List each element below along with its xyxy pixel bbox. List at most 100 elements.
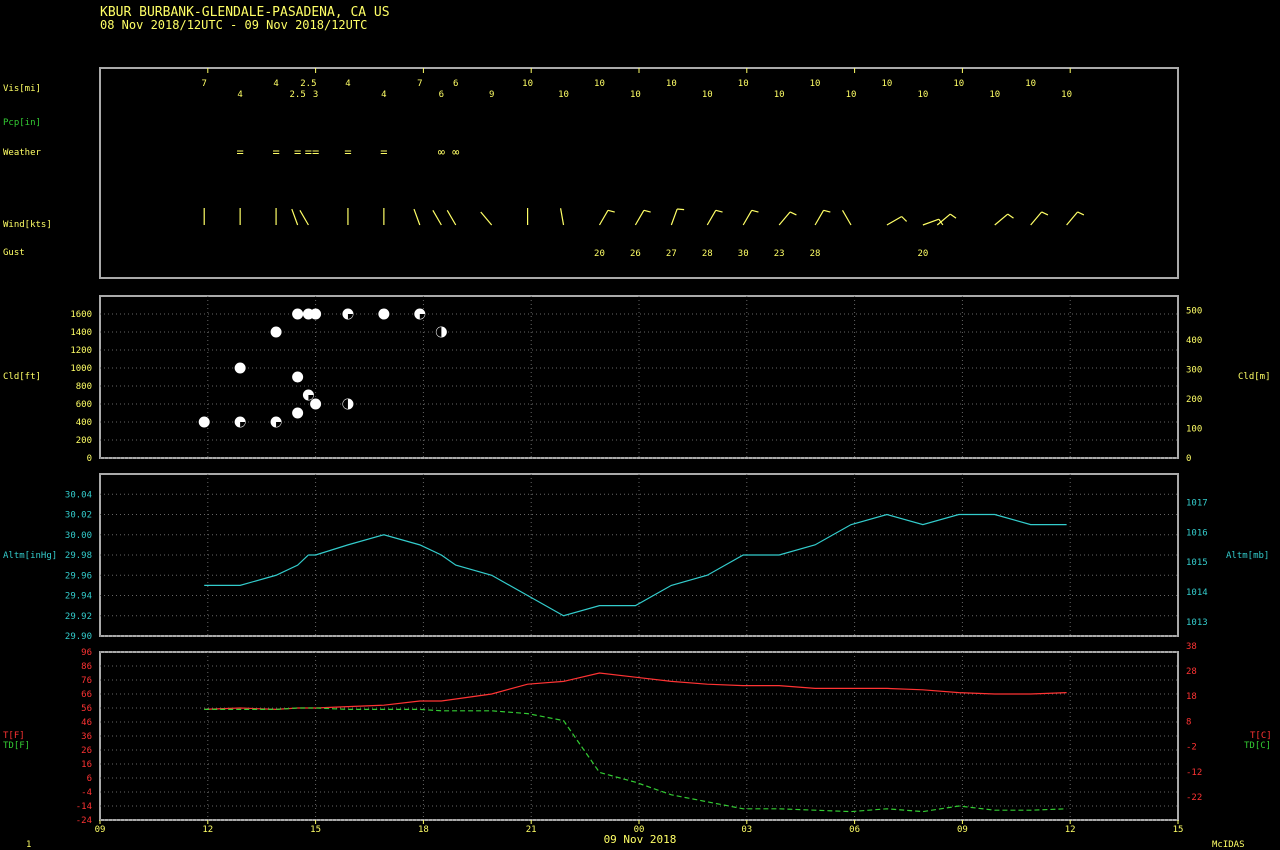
wind-barb-flag (715, 209, 723, 213)
temperature-series-line (204, 672, 1067, 711)
temp-ytick: 6 (87, 774, 92, 784)
cld-ytick: 1000 (70, 364, 92, 374)
wind-barb (1066, 211, 1078, 226)
cld-ytick-right: 400 (1186, 336, 1202, 346)
wind-barb-flag (751, 209, 759, 213)
gust-value: 28 (810, 249, 821, 259)
wind-barb-flag (643, 209, 651, 213)
temp-ytick: 46 (81, 718, 92, 728)
altm-left-label: Altm[inHg] (3, 551, 57, 561)
wind-barb (446, 209, 457, 226)
weather-symbol: = (344, 145, 351, 159)
temp-ytick: 26 (81, 746, 92, 756)
wind-barb (480, 211, 493, 226)
x-tick-label: 12 (1065, 825, 1076, 835)
vis-value: 10 (1061, 90, 1072, 100)
meteogram: KBUR BURBANK-GLENDALE-PASADENA, CA US 08… (3, 5, 1272, 850)
cld-ytick: 1200 (70, 346, 92, 356)
gust-label: Gust (3, 248, 25, 258)
altm-ytick: 29.96 (65, 571, 92, 581)
cld-ytick: 200 (76, 436, 92, 446)
altm-ytick-right: 1014 (1186, 588, 1208, 598)
temp-ytick: 86 (81, 662, 92, 672)
vis-value: 4 (381, 90, 386, 100)
wind-barb (291, 208, 299, 226)
weather-symbol: = (237, 145, 244, 159)
footer-brand: McIDAS (1212, 840, 1245, 850)
cloud-cover-fill (347, 314, 353, 319)
cloud-cover-fill (436, 327, 442, 337)
cld-ytick: 1400 (70, 328, 92, 338)
cld-ytick-right: 100 (1186, 424, 1202, 434)
vis-value: 10 (882, 79, 893, 89)
temp-ytick-right: 28 (1186, 667, 1197, 677)
x-tick-label: 12 (202, 825, 213, 835)
wind-barb-flag (789, 211, 797, 216)
td-right-label: TD[C] (1244, 741, 1271, 751)
vis-value: 3 (313, 90, 318, 100)
x-tick-label: 15 (1173, 825, 1184, 835)
gust-value: 23 (774, 249, 785, 259)
dewpoint-series-line (204, 707, 1067, 813)
temp-ytick: -24 (76, 816, 92, 826)
wind-barb-flag (607, 209, 615, 213)
temp-ytick: 76 (81, 676, 92, 686)
vis-label: Vis[mi] (3, 84, 41, 94)
footer-date: 09 Nov 2018 (604, 833, 677, 846)
altm-ytick-right: 1016 (1186, 528, 1208, 538)
x-tick-label: 03 (741, 825, 752, 835)
altm-ytick: 30.00 (65, 531, 92, 541)
wind-barb (841, 209, 852, 226)
altm-ytick: 29.98 (65, 551, 92, 561)
vis-value: 10 (846, 90, 857, 100)
wind-barb (598, 209, 609, 226)
vis-value: 2.5 (290, 90, 306, 100)
cld-ytick: 800 (76, 382, 92, 392)
weather-symbol: = (305, 145, 312, 159)
wind-barb (413, 208, 421, 226)
vis-value: 10 (1025, 79, 1036, 89)
weather-symbol: ∞ (452, 145, 459, 159)
cloud-symbol (292, 407, 304, 419)
wind-barb-flag (1077, 211, 1085, 216)
cloud-symbol (270, 326, 282, 338)
wind-barb-flag (949, 213, 957, 219)
wind-barb-flag (901, 216, 908, 222)
weather-symbol: = (272, 145, 279, 159)
temp-ytick-right: -12 (1186, 768, 1202, 778)
wind-barb-flag (677, 208, 685, 211)
vis-value: 2.5 (300, 79, 316, 89)
wind-barb (742, 209, 753, 226)
vis-value: 10 (630, 90, 641, 100)
wind-barb (634, 209, 645, 226)
wind-barb (814, 209, 825, 226)
temp-ytick: 16 (81, 760, 92, 770)
gust-value: 28 (702, 249, 713, 259)
x-tick-label: 09 (957, 825, 968, 835)
cloud-symbol (234, 362, 246, 374)
cld-right-label: Cld[m] (1238, 372, 1271, 382)
altm-series-line (204, 513, 1067, 617)
vis-value: 7 (201, 79, 206, 89)
vis-value: 10 (738, 79, 749, 89)
vis-value: 4 (345, 79, 350, 89)
vis-value: 6 (453, 79, 458, 89)
grid-lines (99, 68, 1179, 824)
altm-ytick: 29.94 (65, 592, 92, 602)
footer-page: 1 (26, 840, 31, 850)
gust-value: 26 (630, 249, 641, 259)
temp-ytick-right: 8 (1186, 717, 1191, 727)
cld-ytick-right: 200 (1186, 395, 1202, 405)
t-left-label: T[F] (3, 731, 25, 741)
wind-barb-flag (1041, 211, 1049, 216)
temp-ytick: 56 (81, 704, 92, 714)
x-tick-label: 09 (95, 825, 106, 835)
x-tick-label: 18 (418, 825, 429, 835)
wind-barb (922, 218, 940, 226)
wind-barb (778, 211, 791, 226)
cld-ytick: 1600 (70, 310, 92, 320)
temp-ytick-right: 18 (1186, 692, 1197, 702)
cld-ytick-right: 0 (1186, 454, 1191, 464)
weather-label: Weather (3, 148, 42, 158)
cld-ytick-right: 300 (1186, 365, 1202, 375)
